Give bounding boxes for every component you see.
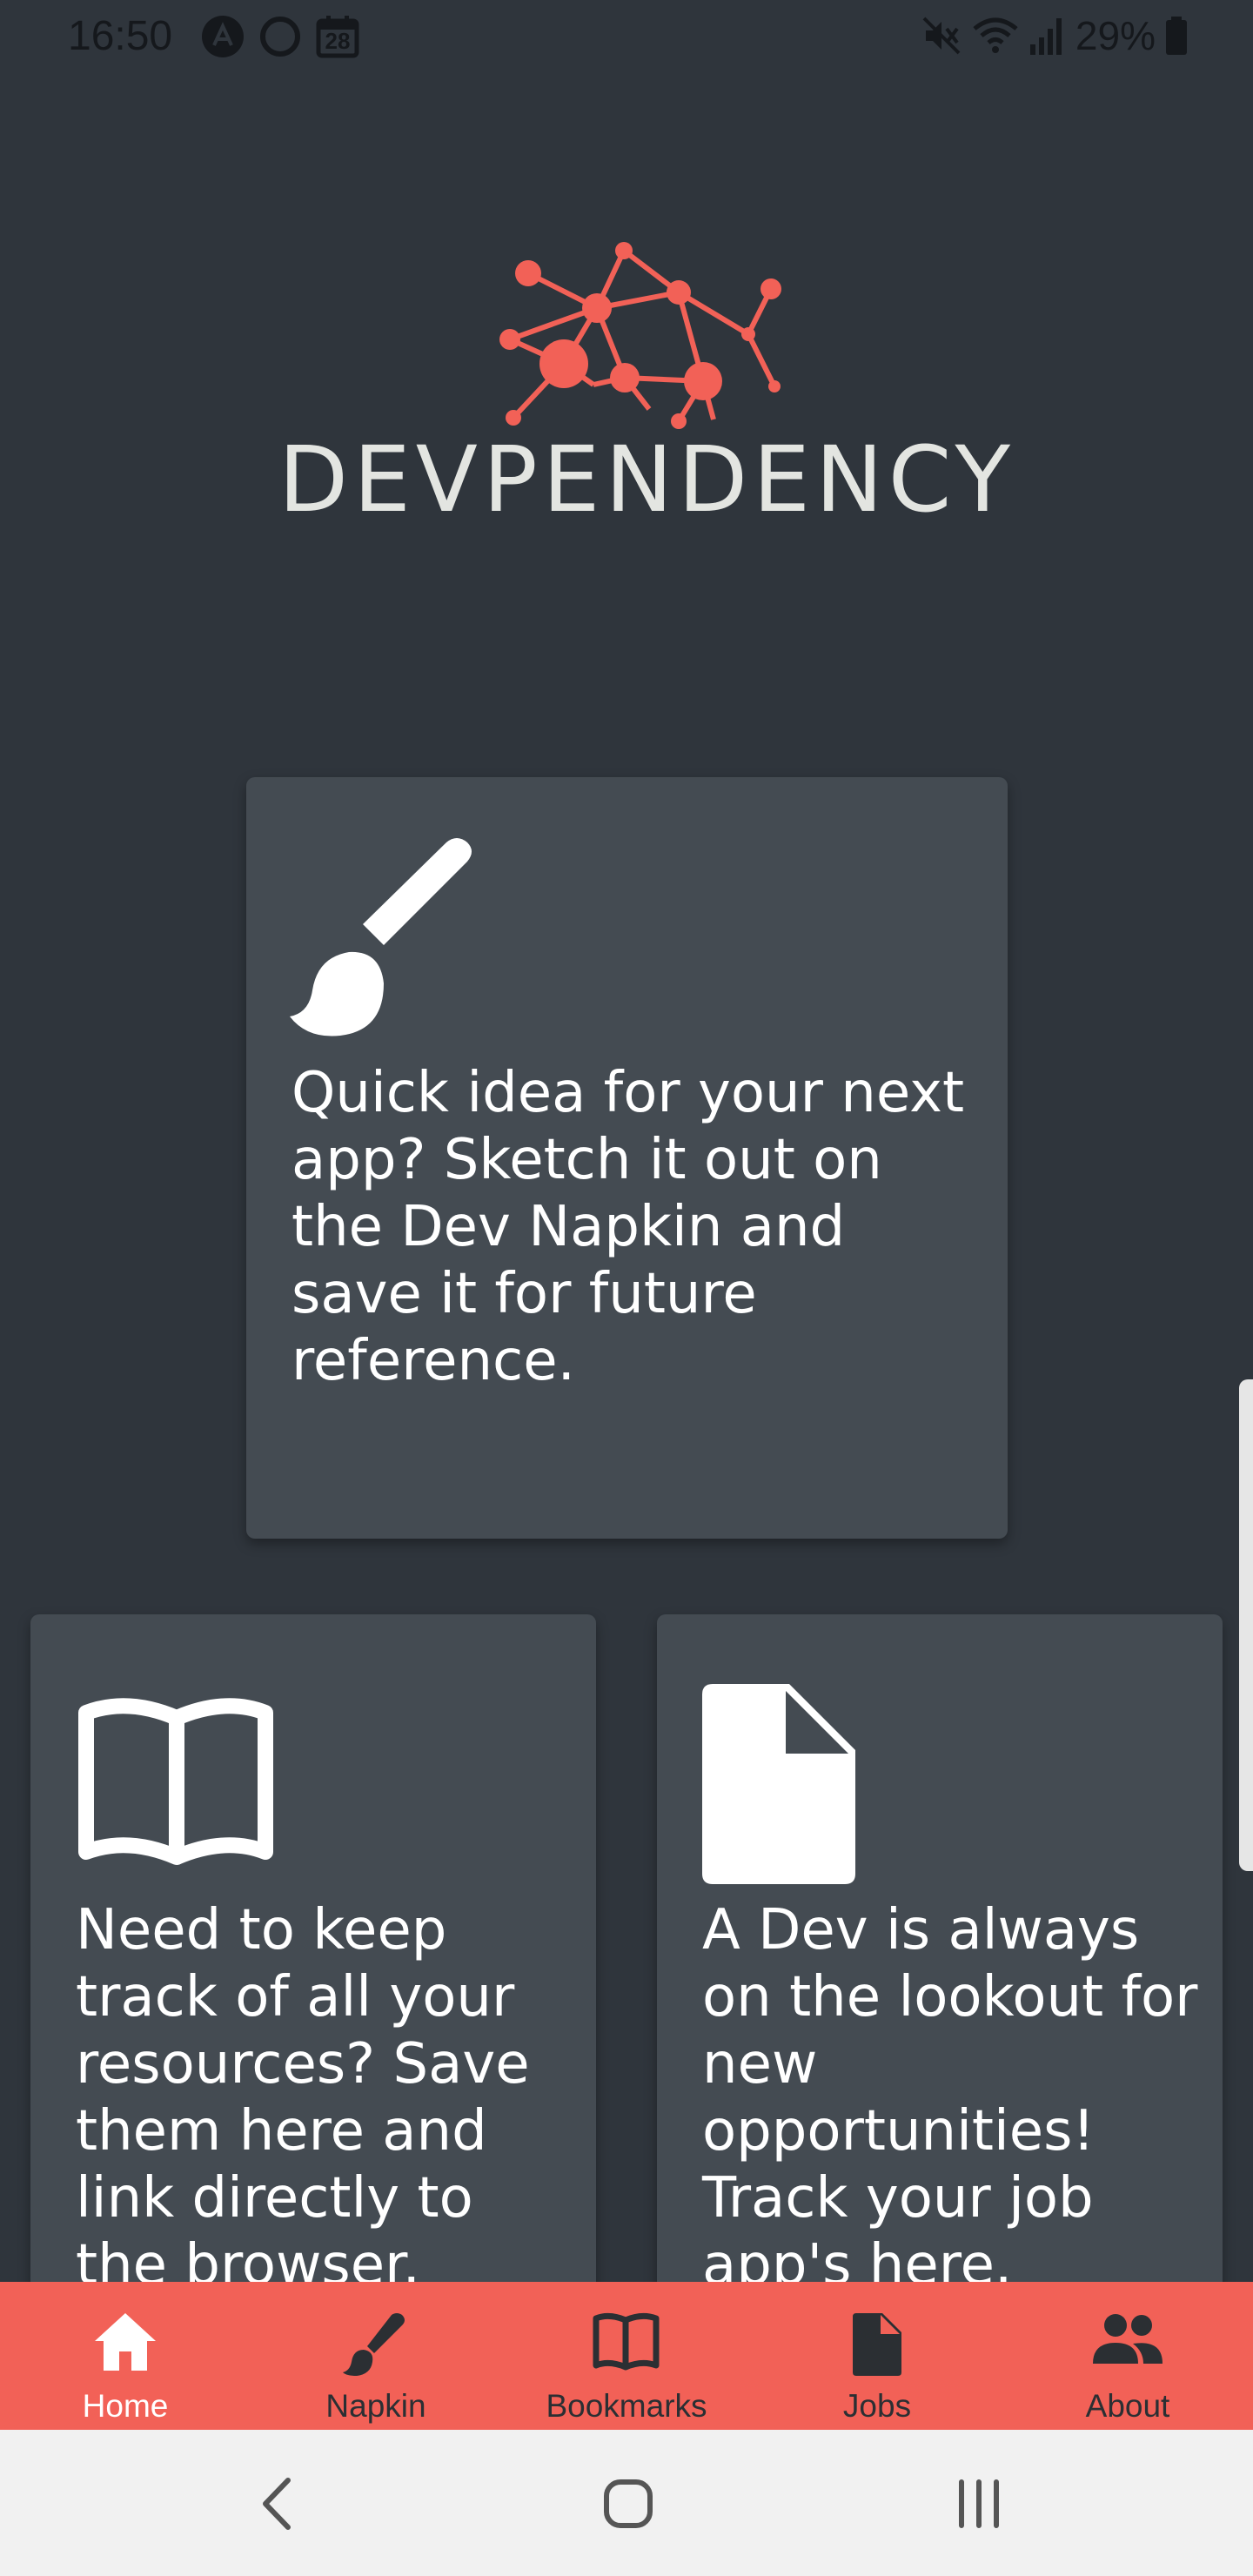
mute-icon: [922, 17, 961, 55]
home-icon: [95, 2313, 156, 2371]
status-icons-right: 29%: [921, 12, 1189, 59]
jobs-card[interactable]: A Dev is always on the lookout for new o…: [657, 1614, 1223, 2311]
bookmarks-card-text: Need to keep track of all your resources…: [76, 1898, 530, 2298]
calendar-day: 28: [325, 28, 351, 54]
bookmarks-card[interactable]: Need to keep track of all your resources…: [30, 1614, 596, 2311]
signal-icon: [1029, 18, 1062, 55]
open-book-icon: [593, 2312, 660, 2371]
napkin-card[interactable]: Quick idea for your next app? Sketch it …: [246, 777, 1008, 1539]
paintbrush-icon: [343, 2313, 405, 2376]
network-graph-icon: [499, 242, 781, 429]
nav-bookmarks-label: Bookmarks: [546, 2388, 707, 2424]
recent-apps-icon[interactable]: [940, 2465, 1018, 2543]
nav-home-label: Home: [82, 2388, 169, 2424]
nav-bookmarks[interactable]: Bookmarks: [501, 2282, 752, 2430]
nav-jobs-label: Jobs: [842, 2388, 912, 2424]
ring-icon: [260, 17, 300, 57]
calendar-icon: 28: [315, 14, 360, 59]
nav-napkin-label: Napkin: [325, 2388, 426, 2424]
document-icon: [853, 2313, 901, 2376]
nav-jobs[interactable]: Jobs: [752, 2282, 1002, 2430]
bottom-nav: Home Napkin Bookmarks Jobs About: [0, 2282, 1253, 2430]
battery-icon: [1166, 17, 1187, 55]
nav-about[interactable]: About: [1002, 2282, 1253, 2430]
nav-home[interactable]: Home: [0, 2282, 251, 2430]
status-bar: 16:50 28 29%: [0, 0, 1253, 75]
app-logo: DEVPENDENCY: [278, 238, 1016, 552]
open-book-icon: [78, 1698, 273, 1865]
nav-napkin[interactable]: Napkin: [251, 2282, 501, 2430]
jobs-card-text: A Dev is always on the lookout for new o…: [702, 1898, 1198, 2298]
status-icons-left: 28: [200, 14, 360, 59]
wifi-icon: [973, 17, 1018, 53]
napkin-card-text: Quick idea for your next app? Sketch it …: [291, 1061, 965, 1393]
nav-about-label: About: [1085, 2388, 1170, 2424]
system-nav-bar: [0, 2430, 1253, 2576]
battery-percent: 29%: [1075, 13, 1156, 58]
back-icon[interactable]: [239, 2465, 318, 2543]
home-button-icon[interactable]: [589, 2465, 667, 2543]
paintbrush-icon: [290, 838, 472, 1036]
document-icon: [702, 1684, 855, 1884]
logo-text: DEVPENDENCY: [278, 426, 1016, 533]
notification-a-icon: [202, 16, 244, 57]
people-icon: [1093, 2314, 1163, 2364]
scroll-handle[interactable]: [1239, 1379, 1253, 1871]
status-time: 16:50: [68, 13, 173, 59]
